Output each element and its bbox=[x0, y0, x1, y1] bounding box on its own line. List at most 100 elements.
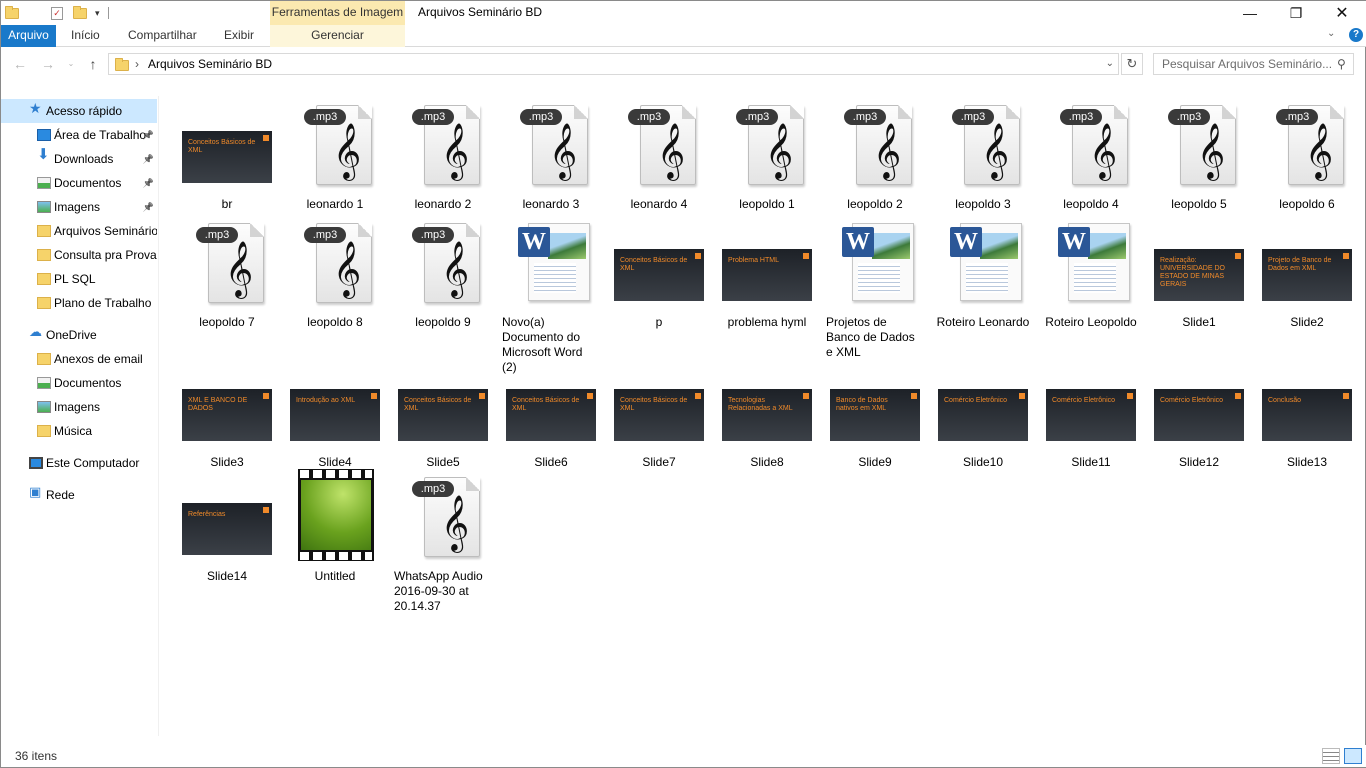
slide-thumbnail: Projeto de Banco de Dados em XML bbox=[1262, 249, 1352, 301]
sidebar-item[interactable]: ☁ OneDrive bbox=[1, 323, 157, 347]
slide-accent bbox=[1235, 393, 1241, 399]
film-holes bbox=[300, 552, 372, 560]
sidebar-item[interactable]: Consulta pra Prova bbox=[1, 243, 157, 267]
breadcrumb-chevron-icon[interactable]: › bbox=[135, 57, 139, 71]
sidebar-item[interactable]: Arquivos Seminário BD bbox=[1, 219, 157, 243]
minimize-button[interactable]: — bbox=[1227, 1, 1273, 25]
folder-icon bbox=[37, 297, 51, 309]
document-image bbox=[980, 233, 1018, 259]
breadcrumb[interactable]: Arquivos Seminário BD bbox=[148, 57, 272, 71]
chevron-down-icon: ⌄ bbox=[67, 59, 75, 68]
sidebar-item-label: Anexos de email bbox=[54, 352, 143, 366]
file-name: leonardo 1 bbox=[306, 197, 364, 211]
title-bar: ✓ ▾ Ferramentas de Imagem Arquivos Semin… bbox=[1, 1, 1366, 25]
slide-thumbnail: Conclusão bbox=[1262, 389, 1352, 441]
sidebar-item-label: Área de Trabalho bbox=[54, 128, 147, 142]
music-file-icon: 𝄞 .mp3 bbox=[304, 105, 372, 187]
file-thumbnail: 𝄞 .mp3 bbox=[176, 213, 278, 309]
pictures-icon bbox=[37, 401, 51, 413]
new-folder-icon[interactable] bbox=[73, 5, 87, 19]
slide-title: Conceitos Básicos de XML bbox=[188, 139, 256, 154]
file-thumbnail: Conceitos Básicos de XML bbox=[176, 95, 278, 191]
chevron-down-icon[interactable]: ⌄ bbox=[1106, 58, 1114, 69]
file-thumbnail: Problema HTML bbox=[716, 213, 818, 309]
expand-ribbon-icon[interactable]: ⌄ bbox=[1327, 28, 1335, 39]
file-name: Slide2 bbox=[1290, 315, 1324, 329]
sidebar-item[interactable]: Imagens bbox=[1, 395, 157, 419]
sidebar-item[interactable]: Imagens 📌 bbox=[1, 195, 157, 219]
tab-arquivo[interactable]: Arquivo bbox=[1, 25, 56, 47]
sidebar-item[interactable]: Área de Trabalho 📌 bbox=[1, 123, 157, 147]
file-name: leopoldo 4 bbox=[1063, 197, 1119, 211]
forward-button[interactable]: → bbox=[38, 54, 58, 74]
download-arrow-icon: ⬇ bbox=[37, 147, 50, 163]
search-input[interactable]: Pesquisar Arquivos Seminário... bbox=[1153, 53, 1354, 75]
music-file-icon: 𝄞 .mp3 bbox=[196, 223, 264, 305]
back-arrow-icon: ← bbox=[13, 56, 27, 72]
document-image bbox=[872, 233, 910, 259]
slide-thumbnail: Tecnologias Relacionadas a XML bbox=[722, 389, 812, 441]
file-name: Untitled bbox=[314, 569, 356, 583]
documents-icon bbox=[37, 377, 51, 389]
folder-icon bbox=[37, 353, 51, 365]
sidebar-item-label: Arquivos Seminário BD bbox=[54, 224, 157, 238]
back-button[interactable]: ← bbox=[10, 54, 30, 74]
document-image bbox=[548, 233, 586, 259]
music-file-icon: 𝄞 .mp3 bbox=[412, 105, 480, 187]
recent-locations-button[interactable]: ⌄ bbox=[61, 54, 81, 74]
sidebar-item-label: Acesso rápido bbox=[46, 104, 123, 118]
up-button[interactable]: ↑ bbox=[83, 54, 103, 74]
slide-title: Problema HTML bbox=[728, 257, 779, 264]
documents-icon bbox=[37, 177, 51, 189]
slide-title: Projeto de Banco de Dados em XML bbox=[1268, 257, 1332, 272]
tab-inicio[interactable]: Início bbox=[63, 25, 108, 47]
sidebar-item[interactable]: ★ Acesso rápido bbox=[1, 99, 157, 123]
treble-clef-icon: 𝄞 bbox=[224, 241, 254, 297]
slide-thumbnail: Problema HTML bbox=[722, 249, 812, 301]
slide-title: Conceitos Básicos de XML bbox=[512, 397, 580, 412]
address-bar[interactable]: › Arquivos Seminário BD ⌄ bbox=[108, 53, 1119, 75]
slide-title: XML E BANCO DE DADOS bbox=[188, 397, 248, 412]
treble-clef-icon: 𝄞 bbox=[1304, 123, 1334, 179]
file-name: Slide14 bbox=[206, 569, 248, 583]
slide-accent bbox=[371, 393, 377, 399]
sidebar-item[interactable]: Plano de Trabalho bbox=[1, 291, 157, 315]
large-icons-view-button[interactable] bbox=[1344, 748, 1362, 764]
sidebar-item[interactable]: Este Computador bbox=[1, 451, 157, 475]
file-thumbnail: 𝄞 .mp3 bbox=[1040, 95, 1142, 191]
slide-thumbnail: Referências bbox=[182, 503, 272, 555]
mp3-badge: .mp3 bbox=[304, 227, 346, 243]
chevron-down-icon[interactable]: ▾ bbox=[95, 8, 100, 19]
help-icon[interactable]: ? bbox=[1349, 28, 1363, 42]
mp3-badge: .mp3 bbox=[736, 109, 778, 125]
mp3-badge: .mp3 bbox=[412, 227, 454, 243]
details-view-button[interactable] bbox=[1322, 748, 1340, 764]
treble-clef-icon: 𝄞 bbox=[1196, 123, 1226, 179]
sidebar-item[interactable]: Documentos bbox=[1, 371, 157, 395]
sidebar-item-label: Plano de Trabalho bbox=[54, 296, 152, 310]
quick-access-toolbar: ✓ ▾ bbox=[5, 4, 109, 22]
tab-gerenciar[interactable]: Gerenciar bbox=[270, 25, 405, 47]
refresh-button[interactable]: ↻ bbox=[1121, 53, 1143, 75]
document-lines bbox=[966, 263, 1008, 293]
slide-accent bbox=[803, 393, 809, 399]
sidebar-item[interactable]: Música bbox=[1, 419, 157, 443]
sidebar-item[interactable]: ⬇ Downloads 📌 bbox=[1, 147, 157, 171]
network-icon: ▣ bbox=[29, 484, 42, 499]
file-thumbnail: 𝄞 .mp3 bbox=[1148, 95, 1250, 191]
mp3-badge: .mp3 bbox=[304, 109, 346, 125]
slide-thumbnail: Conceitos Básicos de XML bbox=[398, 389, 488, 441]
sidebar-item[interactable]: PL SQL bbox=[1, 267, 157, 291]
close-button[interactable]: ✕ bbox=[1319, 1, 1365, 25]
sidebar-item[interactable]: Anexos de email bbox=[1, 347, 157, 371]
sidebar-item[interactable]: ▣ Rede bbox=[1, 483, 157, 507]
properties-icon[interactable]: ✓ bbox=[51, 6, 63, 20]
sidebar-item-label: Documentos bbox=[54, 376, 122, 390]
sidebar-item-label: Este Computador bbox=[46, 456, 140, 470]
status-bar: 36 itens bbox=[1, 745, 1366, 767]
file-name: Slide8 bbox=[750, 455, 784, 469]
tab-exibir[interactable]: Exibir bbox=[216, 25, 262, 47]
sidebar-item[interactable]: Documentos 📌 bbox=[1, 171, 157, 195]
tab-compartilhar[interactable]: Compartilhar bbox=[120, 25, 205, 47]
maximize-button[interactable]: ❐ bbox=[1273, 1, 1319, 25]
